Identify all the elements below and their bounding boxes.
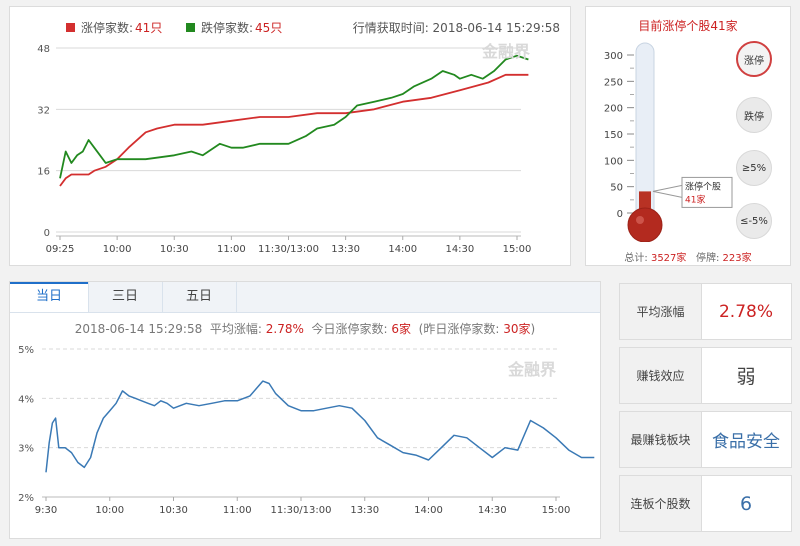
card-best-sector-label: 最赚钱板块: [620, 412, 702, 467]
card-avg-gain-label: 平均涨幅: [620, 284, 702, 339]
limit-up-button[interactable]: 涨停: [736, 41, 772, 77]
card-best-sector: 最赚钱板块 食品安全: [619, 411, 792, 468]
card-avg-gain-value: 2.78%: [718, 301, 773, 322]
card-avg-gain: 平均涨幅 2.78%: [619, 283, 792, 340]
y-tick-label: 0: [44, 228, 50, 239]
thermometer-tick-label: 200: [604, 104, 623, 115]
x-tick-label: 09:25: [46, 244, 75, 255]
x-tick-label: 11:30/13:00: [270, 505, 331, 516]
x-tick-label: 10:00: [95, 505, 124, 516]
top-line-chart: 0 16 32 48 09:25 10:00 10:30 11:00 11:30/13:00 13…: [37, 42, 532, 255]
avg-gain-line-chart: 2% 3% 4% 5% 9:30 10:00 10:30 11:00 11:30/13:00 13…: [18, 345, 595, 516]
y-tick-label: 32: [37, 105, 50, 116]
x-tick-label: 9:30: [35, 505, 57, 516]
x-tick-label: 14:30: [445, 244, 474, 255]
card-consecutive-limit: 连板个股数 6: [619, 475, 792, 532]
thermometer-footer: 总计: 3527家 停牌: 223家: [586, 249, 790, 264]
x-tick-label: 11:30/13:00: [258, 244, 319, 255]
y-tick-label: 3%: [18, 444, 34, 455]
limit-up-down-chart-panel: 涨停家数: 41只 跌停家数: 45只 行情获取时间: 2018-06-14 1…: [9, 6, 571, 266]
tooltip-title: 涨停个股: [685, 180, 721, 192]
y-tick-label: 4%: [18, 394, 34, 405]
y-tick-label: 2%: [18, 493, 34, 504]
total-label: 总计:: [624, 253, 648, 264]
card-profit-effect-label: 赚钱效应: [620, 348, 702, 403]
x-tick-label: 11:00: [223, 505, 252, 516]
thermometer-tick-label: 100: [604, 156, 623, 167]
x-tick-label: 15:00: [503, 244, 532, 255]
x-tick-label: 14:00: [414, 505, 443, 516]
x-tick-label: 14:00: [388, 244, 417, 255]
total-value: 3527家: [650, 253, 687, 264]
card-best-sector-value: 食品安全: [712, 432, 780, 452]
thermometer-tick-label: 0: [617, 209, 623, 220]
tooltip-value: 41家: [685, 193, 705, 205]
series-line-0: [45, 380, 595, 473]
loss-over-5-button[interactable]: ≤-5%: [736, 203, 772, 239]
x-tick-label: 13:30: [350, 505, 379, 516]
card-consecutive-limit-value: 6: [739, 492, 753, 515]
thermometer-bulb: [627, 207, 663, 242]
x-tick-label: 15:00: [542, 505, 571, 516]
suspend-value: 223家: [722, 253, 752, 264]
y-tick-label: 16: [37, 167, 50, 178]
avg-gain-chart-panel: 当日 三日 五日 2018-06-14 15:29:58 平均涨幅: 2.78%…: [9, 281, 601, 539]
limit-up-thermometer-panel: 目前涨停个股41家 300 250 200 150 100 50 0 涨停个股 41家 涨停 跌…: [585, 6, 791, 266]
card-consecutive-limit-label: 连板个股数: [620, 476, 702, 531]
limit-down-button[interactable]: 跌停: [736, 97, 772, 133]
card-profit-effect: 赚钱效应 弱: [619, 347, 792, 404]
gain-over-5-button[interactable]: ≥5%: [736, 150, 772, 186]
x-tick-label: 10:30: [160, 244, 189, 255]
x-tick-label: 13:30: [331, 244, 360, 255]
thermometer-tick-label: 300: [604, 51, 623, 62]
thermometer-tick-label: 250: [604, 77, 623, 88]
series-line-0: [59, 73, 529, 187]
top-watermark: 金融界: [481, 42, 530, 61]
x-tick-label: 11:00: [217, 244, 246, 255]
x-tick-label: 14:30: [478, 505, 507, 516]
y-tick-label: 48: [37, 44, 50, 55]
card-profit-effect-value: 弱: [736, 366, 756, 388]
thermometer-tick-label: 150: [604, 130, 623, 141]
x-tick-label: 10:00: [103, 244, 132, 255]
x-tick-label: 10:30: [159, 505, 188, 516]
suspend-label: 停牌:: [695, 253, 720, 264]
thermometer-gauge: 300 250 200 150 100 50 0 涨停个股41家: [604, 42, 733, 242]
thermometer-bulb-highlight: [636, 216, 644, 224]
thermometer-tick-label: 50: [610, 183, 623, 194]
tooltip-pointer: [652, 184, 683, 199]
y-tick-label: 5%: [18, 345, 34, 356]
bottom-watermark: 金融界: [507, 360, 556, 379]
